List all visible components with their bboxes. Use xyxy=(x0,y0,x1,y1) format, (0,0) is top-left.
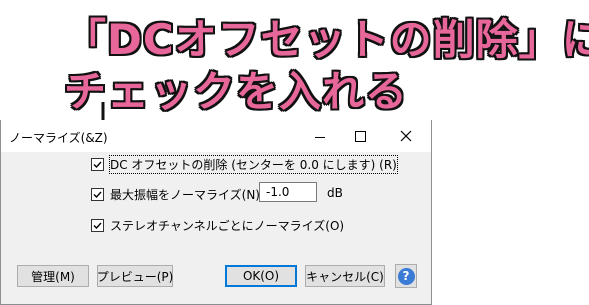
dc-offset-option[interactable]: DC オフセットの削除 (センターを 0.0 にします) (R) xyxy=(91,155,398,174)
title-bar[interactable]: ノーマライズ(&Z) xyxy=(1,120,431,152)
checkbox-check-icon xyxy=(93,222,102,230)
close-icon xyxy=(400,130,412,142)
close-button[interactable] xyxy=(396,126,416,146)
normalize-dialog: ノーマライズ(&Z) DC オフセットの削除 (センターを 0.0 にします) … xyxy=(0,120,432,305)
stereo-independent-checkbox[interactable] xyxy=(91,219,104,232)
stereo-independent-label: ステレオチャンネルごとにノーマライズ(O) xyxy=(110,219,345,233)
help-icon: ? xyxy=(397,267,415,285)
checkbox-check-icon xyxy=(93,161,102,169)
dc-offset-label: DC オフセットの削除 (センターを 0.0 にします) (R) xyxy=(109,155,398,174)
ok-button[interactable]: OK(O) xyxy=(225,265,297,287)
stereo-independent-option[interactable]: ステレオチャンネルごとにノーマライズ(O) xyxy=(91,217,344,234)
normalize-amplitude-option[interactable]: 最大振幅をノーマライズ(N): xyxy=(91,186,264,203)
manage-button[interactable]: 管理(M) xyxy=(17,265,89,287)
dc-offset-checkbox[interactable] xyxy=(91,158,104,171)
amplitude-unit: dB xyxy=(327,186,343,200)
minimize-icon xyxy=(315,136,325,138)
checkbox-check-icon xyxy=(93,191,102,199)
cancel-button[interactable]: キャンセル(C) xyxy=(305,265,385,287)
normalize-amplitude-label: 最大振幅をノーマライズ(N): xyxy=(110,188,265,202)
maximize-icon xyxy=(354,130,366,142)
help-button[interactable]: ? xyxy=(395,264,417,288)
maximize-button[interactable] xyxy=(350,126,370,146)
amplitude-input[interactable] xyxy=(259,182,317,202)
dialog-title: ノーマライズ(&Z) xyxy=(9,131,108,145)
preview-button[interactable]: プレビュー(P) xyxy=(97,265,173,287)
normalize-amplitude-checkbox[interactable] xyxy=(91,188,104,201)
minimize-button[interactable] xyxy=(310,126,330,146)
